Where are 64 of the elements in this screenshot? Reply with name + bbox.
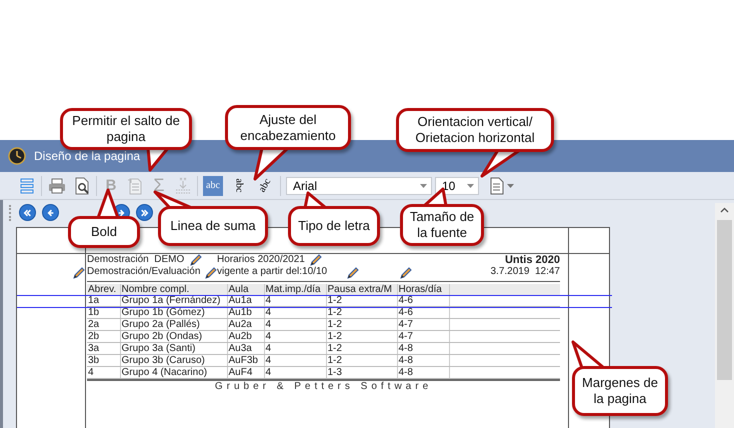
table-cell: AuF4 [227,366,264,378]
first-page-icon[interactable] [19,204,36,221]
table-cell: 1-2 [326,330,397,342]
caret-icon [467,184,474,188]
table-cell: 1-2 [326,354,397,366]
table-cell: 4-8 [397,366,449,378]
table-cell: 4-8 [397,342,449,354]
table-cell: 2b [87,330,120,342]
pencil-icon [204,267,217,280]
last-page-icon[interactable] [136,204,153,221]
table-cell: 1-2 [326,342,397,354]
table-cell: Grupo 3b (Caruso) [120,354,227,366]
table-cell: 1-3 [326,366,397,378]
table-cell: 4 [264,330,326,342]
scrollbar[interactable] [715,203,734,428]
table-cell: 3a [87,342,120,354]
table-cell: Grupo 2a (Pallés) [120,318,227,330]
table-cell: 4 [264,366,326,378]
pencil-icon [309,254,322,267]
clock-icon [8,147,26,165]
schedule-title: Horarios 2020/2021 [217,254,305,266]
table-cell: Au3a [227,342,264,354]
table-cell: Au2a [227,318,264,330]
table-cell: 4-8 [397,354,449,366]
text-alignment-button[interactable]: abc [203,176,223,196]
pencil-icon [189,254,202,267]
column-header: Pausa extra/M [326,284,397,295]
printer-button[interactable] [47,176,67,196]
table-cell: 4 [264,342,326,354]
table-cell: Grupo 2b (Ondas) [120,330,227,342]
table-cell: 4-7 [397,330,449,342]
report-subtitle: Demostración/Evaluación [87,266,200,278]
column-header: Aula [227,284,264,295]
column-header: Nombre compl. [120,284,227,295]
table-cell: 2a [87,318,120,330]
window-title: Diseño de la pagina [34,149,140,163]
table-cell: 4 [87,366,120,378]
orientation-button[interactable] [489,176,515,196]
preview-button[interactable] [73,176,91,196]
pencil-icon [346,267,359,280]
school-name: Demostración DEMO [87,254,184,266]
validity-date: vigente a partir del:10/10 [217,266,328,278]
caret-icon [420,184,427,188]
print-timestamp: 3.7.2019 12:47 [490,266,560,278]
table-cell: AuF3b [227,354,264,366]
table-cell: 3b [87,354,120,366]
caret-icon [507,184,514,188]
previous-page-icon[interactable] [42,204,59,221]
list-button[interactable] [18,176,36,196]
text-alignment-button[interactable]: abc [229,176,249,196]
column-header: Horas/día [397,284,449,295]
pencil-icon [72,267,85,280]
table-cell: 4-7 [397,318,449,330]
report-footer: Gruber & Petters Software [87,379,560,393]
product-name: Untis 2020 [504,254,560,266]
table-cell: 1-2 [326,318,397,330]
pencil-icon [399,267,412,280]
table-cell: Grupo 4 (Nacarino) [120,366,227,378]
column-header: Abrev. [87,284,120,295]
table-cell: Au2b [227,330,264,342]
table-cell: 4 [264,318,326,330]
column-header: Mat.imp./día [264,284,326,295]
table-cell: Grupo 3a (Santi) [120,342,227,354]
table-cell: 4 [264,354,326,366]
